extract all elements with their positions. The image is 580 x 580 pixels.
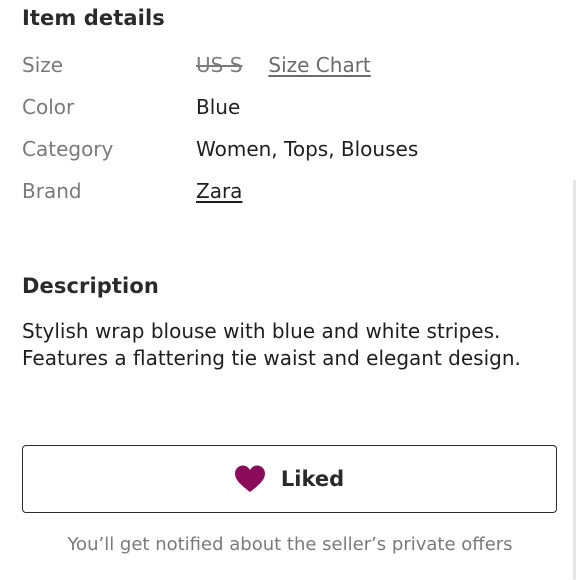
heart-shape (234, 465, 265, 492)
heart-icon (234, 465, 265, 493)
description-title: Description (22, 274, 159, 298)
description-text: Stylish wrap blouse with blue and white … (22, 318, 562, 372)
size-value: US S (196, 53, 243, 77)
private-offers-notice: You’ll get notified about the seller’s p… (67, 534, 513, 555)
description-line-1: Stylish wrap blouse with blue and white … (22, 319, 501, 343)
category-label: Category (22, 137, 114, 161)
brand-label: Brand (22, 179, 82, 203)
detail-row-size: Size US S Size Chart (22, 44, 542, 86)
item-details-list: Size US S Size Chart Color Blue Category… (22, 44, 542, 212)
size-chart-link[interactable]: Size Chart (268, 53, 370, 77)
liked-button[interactable]: Liked (22, 445, 557, 513)
scrollbar[interactable] (573, 180, 576, 580)
description-line-2: Features a flattering tie waist and eleg… (22, 346, 521, 370)
detail-row-color: Color Blue (22, 86, 542, 128)
detail-row-brand: Brand Zara (22, 170, 542, 212)
item-details-title: Item details (22, 6, 165, 30)
color-value: Blue (196, 95, 241, 119)
detail-row-category: Category Women, Tops, Blouses (22, 128, 542, 170)
size-value-group: US S Size Chart (196, 53, 371, 77)
brand-value-group: Zara (196, 179, 242, 203)
heart-icon-svg (234, 465, 265, 492)
category-value: Women, Tops, Blouses (196, 137, 419, 161)
size-label: Size (22, 53, 64, 77)
liked-label: Liked (280, 467, 345, 491)
brand-link[interactable]: Zara (196, 179, 242, 203)
color-label: Color (22, 95, 75, 119)
